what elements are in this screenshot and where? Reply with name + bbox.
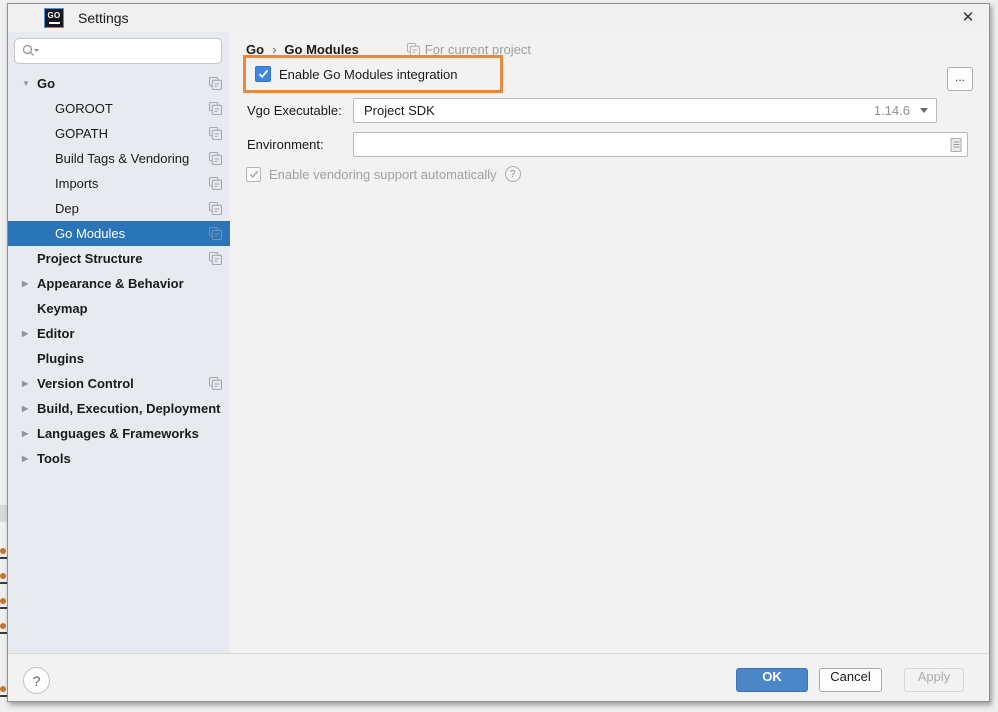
sidebar-item-label: Build, Execution, Deployment — [37, 401, 220, 416]
environment-row: Environment: — [247, 132, 968, 157]
chevron-right-icon[interactable]: ▶ — [22, 379, 37, 388]
sidebar-item-imports[interactable]: Imports — [8, 171, 230, 196]
background-artifact — [0, 695, 7, 697]
settings-dialog: GO Settings ✕ ▼GoGOROOTGOPATHBuild Tags … — [7, 3, 990, 702]
checkmark-icon — [249, 170, 259, 179]
vendoring-label: Enable vendoring support automatically — [269, 167, 497, 182]
background-artifact — [0, 582, 7, 584]
per-project-settings-icon — [209, 202, 222, 215]
per-project-settings-icon — [209, 377, 222, 390]
apply-button: Apply — [904, 668, 964, 692]
go-logo-icon: GO — [44, 8, 64, 28]
search-box[interactable] — [14, 38, 222, 64]
sidebar-item-label: Build Tags & Vendoring — [55, 151, 189, 166]
background-artifact — [0, 505, 7, 522]
sidebar-item-label: Keymap — [37, 301, 88, 316]
dialog-titlebar: GO Settings ✕ — [8, 4, 989, 32]
ok-button[interactable]: OK — [736, 668, 808, 692]
settings-sidebar: ▼GoGOROOTGOPATHBuild Tags & VendoringImp… — [8, 32, 230, 653]
sidebar-item-go[interactable]: ▼Go — [8, 71, 230, 96]
vgo-executable-row: Vgo Executable: Project SDK 1.14.6 — [247, 98, 937, 123]
sidebar-item-dep[interactable]: Dep — [8, 196, 230, 221]
sidebar-item-project-structure[interactable]: Project Structure — [8, 246, 230, 271]
per-project-settings-icon — [407, 43, 420, 56]
sidebar-item-label: Go — [37, 76, 55, 91]
dialog-title: Settings — [78, 10, 129, 26]
sidebar-item-build-execution-deployment[interactable]: ▶Build, Execution, Deployment — [8, 396, 230, 421]
sidebar-item-label: Tools — [37, 451, 71, 466]
sidebar-item-keymap[interactable]: Keymap — [8, 296, 230, 321]
environment-input[interactable] — [360, 135, 950, 154]
sidebar-item-appearance-behavior[interactable]: ▶Appearance & Behavior — [8, 271, 230, 296]
chevron-right-icon[interactable]: ▶ — [22, 329, 37, 338]
enable-go-modules-checkbox[interactable] — [255, 66, 271, 82]
per-project-settings-icon — [209, 77, 222, 90]
sidebar-item-label: GOROOT — [55, 101, 113, 116]
per-project-settings-icon — [209, 177, 222, 190]
background-artifact — [0, 557, 7, 559]
go-logo-text: GO — [47, 12, 60, 20]
close-icon[interactable]: ✕ — [957, 8, 979, 28]
background-artifact — [0, 632, 7, 634]
sidebar-item-languages-frameworks[interactable]: ▶Languages & Frameworks — [8, 421, 230, 446]
sidebar-item-label: Imports — [55, 176, 98, 191]
chevron-down-icon[interactable]: ▼ — [22, 79, 37, 88]
sidebar-item-label: Appearance & Behavior — [37, 276, 184, 291]
vgo-executable-combobox[interactable]: Project SDK 1.14.6 — [353, 98, 937, 123]
chevron-right-icon[interactable]: ▶ — [22, 279, 37, 288]
sidebar-item-version-control[interactable]: ▶Version Control — [8, 371, 230, 396]
per-project-settings-icon — [209, 102, 222, 115]
sidebar-item-label: GOPATH — [55, 126, 108, 141]
search-input[interactable] — [43, 41, 221, 61]
sidebar-item-label: Editor — [37, 326, 75, 341]
checkmark-icon — [258, 69, 269, 79]
enable-go-modules-label: Enable Go Modules integration — [279, 67, 458, 82]
background-artifact — [0, 623, 6, 629]
chevron-right-icon[interactable]: ▶ — [22, 454, 37, 463]
sidebar-item-tools[interactable]: ▶Tools — [8, 446, 230, 471]
dialog-footer: ? OK Cancel Apply — [8, 653, 989, 701]
settings-tree: ▼GoGOROOTGOPATHBuild Tags & VendoringImp… — [8, 71, 230, 471]
sdk-version: 1.14.6 — [874, 103, 910, 118]
environment-field[interactable] — [353, 132, 968, 157]
annotation-highlight-box: Enable Go Modules integration — [243, 55, 503, 93]
browse-button[interactable]: ... — [947, 67, 973, 91]
per-project-settings-icon — [209, 227, 222, 240]
sidebar-item-build-tags-vendoring[interactable]: Build Tags & Vendoring — [8, 146, 230, 171]
chevron-down-icon[interactable] — [920, 108, 928, 113]
vgo-executable-value: Project SDK — [364, 103, 435, 118]
chevron-right-icon[interactable]: ▶ — [22, 404, 37, 413]
background-artifact — [0, 598, 6, 604]
per-project-settings-icon — [209, 127, 222, 140]
sidebar-item-label: Project Structure — [37, 251, 142, 266]
background-artifact — [0, 607, 7, 609]
sidebar-item-label: Dep — [55, 201, 79, 216]
vendoring-checkbox — [246, 167, 261, 182]
help-button[interactable]: ? — [23, 667, 50, 694]
sidebar-item-goroot[interactable]: GOROOT — [8, 96, 230, 121]
background-artifact — [0, 573, 6, 579]
chevron-right-icon[interactable]: ▶ — [22, 429, 37, 438]
background-artifact — [0, 548, 6, 554]
settings-content: Go › Go Modules For current project Enab… — [230, 32, 989, 653]
sidebar-item-label: Go Modules — [55, 226, 125, 241]
help-icon[interactable]: ? — [505, 166, 521, 182]
per-project-settings-icon — [209, 152, 222, 165]
variables-icon[interactable] — [950, 137, 963, 153]
vgo-executable-label: Vgo Executable: — [247, 103, 353, 118]
environment-label: Environment: — [247, 137, 353, 152]
per-project-settings-icon — [209, 252, 222, 265]
sidebar-item-gopath[interactable]: GOPATH — [8, 121, 230, 146]
sidebar-item-label: Languages & Frameworks — [37, 426, 199, 441]
sidebar-item-label: Version Control — [37, 376, 134, 391]
sidebar-item-plugins[interactable]: Plugins — [8, 346, 230, 371]
sidebar-item-label: Plugins — [37, 351, 84, 366]
background-artifact — [0, 686, 6, 692]
sidebar-item-go-modules[interactable]: Go Modules — [8, 221, 230, 246]
search-icon — [22, 44, 39, 58]
cancel-button[interactable]: Cancel — [819, 668, 882, 692]
vendoring-row: Enable vendoring support automatically ? — [246, 166, 521, 182]
sidebar-item-editor[interactable]: ▶Editor — [8, 321, 230, 346]
